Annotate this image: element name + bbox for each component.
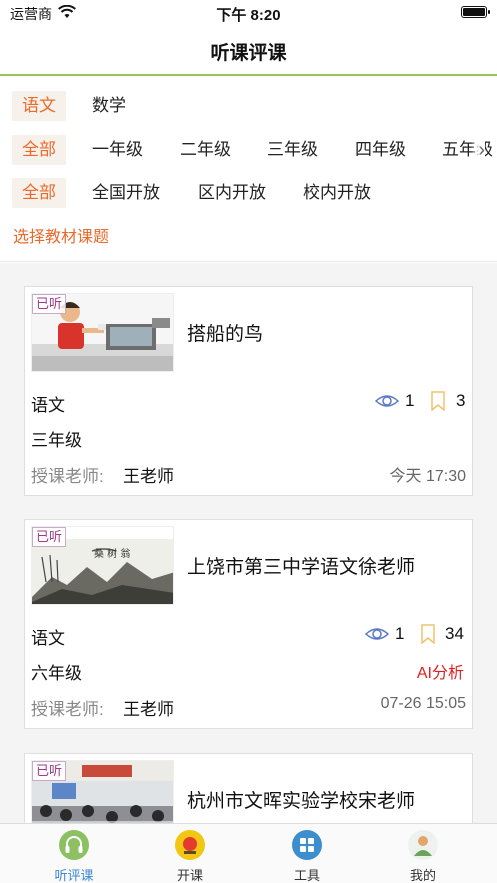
choose-textbook-link[interactable]: 选择教材课题 [13,223,109,247]
eye-icon [365,628,389,640]
lesson-title: 上饶市第三中学语文徐老师 [187,557,416,578]
heard-badge: 已听 [32,294,67,314]
battery-icon [461,6,490,18]
eye-icon [375,395,399,407]
scope-chip-national[interactable]: 全国开放 [92,178,160,208]
filter-panel: 语文 数学 全部 一年级 二年级 三年级 四年级 五年级 › 全部 全国开放 区… [0,78,497,262]
lesson-thumbnail: 已听 [31,760,174,823]
grade-chip-all[interactable]: 全部 [12,135,66,165]
bookmark-icon [421,624,435,644]
views-count: 1 [395,624,405,643]
tab-label: 我的 [409,868,436,883]
grade-chip-1[interactable]: 一年级 [92,135,143,165]
record-icon [175,830,205,860]
subject-filter-row: 语文 数学 [0,88,497,124]
lesson-grade: 三年级 [31,431,82,450]
lesson-thumbnail: 桑 树 翁 已听 [31,526,174,605]
lesson-time: 今天 17:30 [389,468,467,485]
svg-text:桑 树 翁: 桑 树 翁 [94,547,130,560]
teacher-name: 王老师 [123,700,174,719]
tab-label: 工具 [293,868,320,883]
lesson-card[interactable]: 已听 杭州市文晖实验学校宋老师 [24,753,473,823]
grade-chip-4[interactable]: 四年级 [355,135,406,165]
scope-chip-school[interactable]: 校内开放 [303,178,371,208]
chevron-right-icon: › [478,139,485,161]
tab-label: 听评课 [54,868,94,883]
lesson-card[interactable]: 桑 树 翁 已听 上饶市第三中学语文徐老师 语文 1 34 六年级 AI分析 授… [24,519,473,729]
tab-label: 开课 [176,868,203,883]
tab-open-class[interactable]: 开课 [145,830,235,883]
lesson-thumbnail: 已听 [31,293,174,372]
grade-chip-2[interactable]: 二年级 [180,135,231,165]
tab-profile[interactable]: 我的 [378,830,468,883]
grade-chip-3[interactable]: 三年级 [267,135,318,165]
grade-chip-5[interactable]: 五年级 [442,135,497,165]
grade-filter-row: 全部 一年级 二年级 三年级 四年级 五年级 › [0,132,497,168]
lesson-list[interactable]: 已听 搭船的鸟 语文 1 3 三年级 授课老师: 王老师 今天 17:30 桑 … [0,263,497,823]
heard-badge: 已听 [32,527,67,547]
lesson-grade: 六年级 [31,664,82,683]
tab-listen-review[interactable]: 听评课 [29,830,119,883]
subject-chip-math[interactable]: 数学 [92,91,126,121]
headphones-icon [59,830,89,860]
grid-icon [292,830,322,860]
subject-chip-chinese[interactable]: 语文 [12,91,66,121]
heard-badge: 已听 [32,761,67,781]
views-count: 1 [405,391,415,410]
bookmark-count: 3 [456,391,466,410]
lesson-card[interactable]: 已听 搭船的鸟 语文 1 3 三年级 授课老师: 王老师 今天 17:30 [24,286,473,496]
clock: 下午 8:20 [216,7,281,24]
scope-filter-row: 全部 全国开放 区内开放 校内开放 [0,175,497,211]
scroll-right-button[interactable]: › [471,138,485,162]
teacher-label: 授课老师: [31,700,104,719]
ai-analysis-link[interactable]: AI分析 [417,659,464,683]
lesson-subject: 语文 [31,396,65,415]
teacher-label: 授课老师: [31,467,104,486]
lesson-time: 07-26 15:05 [380,695,466,712]
page-title: 听课评课 [210,43,287,64]
lesson-title: 搭船的鸟 [187,324,264,345]
bookmark-count: 34 [445,624,464,643]
status-bar: 运营商 下午 8:20 [0,0,497,26]
scope-chip-all[interactable]: 全部 [12,178,66,208]
navigation-bar: 听课评课 [0,26,497,76]
teacher-name: 王老师 [123,467,174,486]
scope-chip-district[interactable]: 区内开放 [198,178,266,208]
lesson-title: 杭州市文晖实验学校宋老师 [187,791,416,812]
lesson-subject: 语文 [31,629,65,648]
user-icon [408,830,438,860]
tab-tools[interactable]: 工具 [262,830,352,883]
tab-bar: 听评课 开课 工具 我的 [0,823,497,883]
bookmark-icon [431,391,445,411]
